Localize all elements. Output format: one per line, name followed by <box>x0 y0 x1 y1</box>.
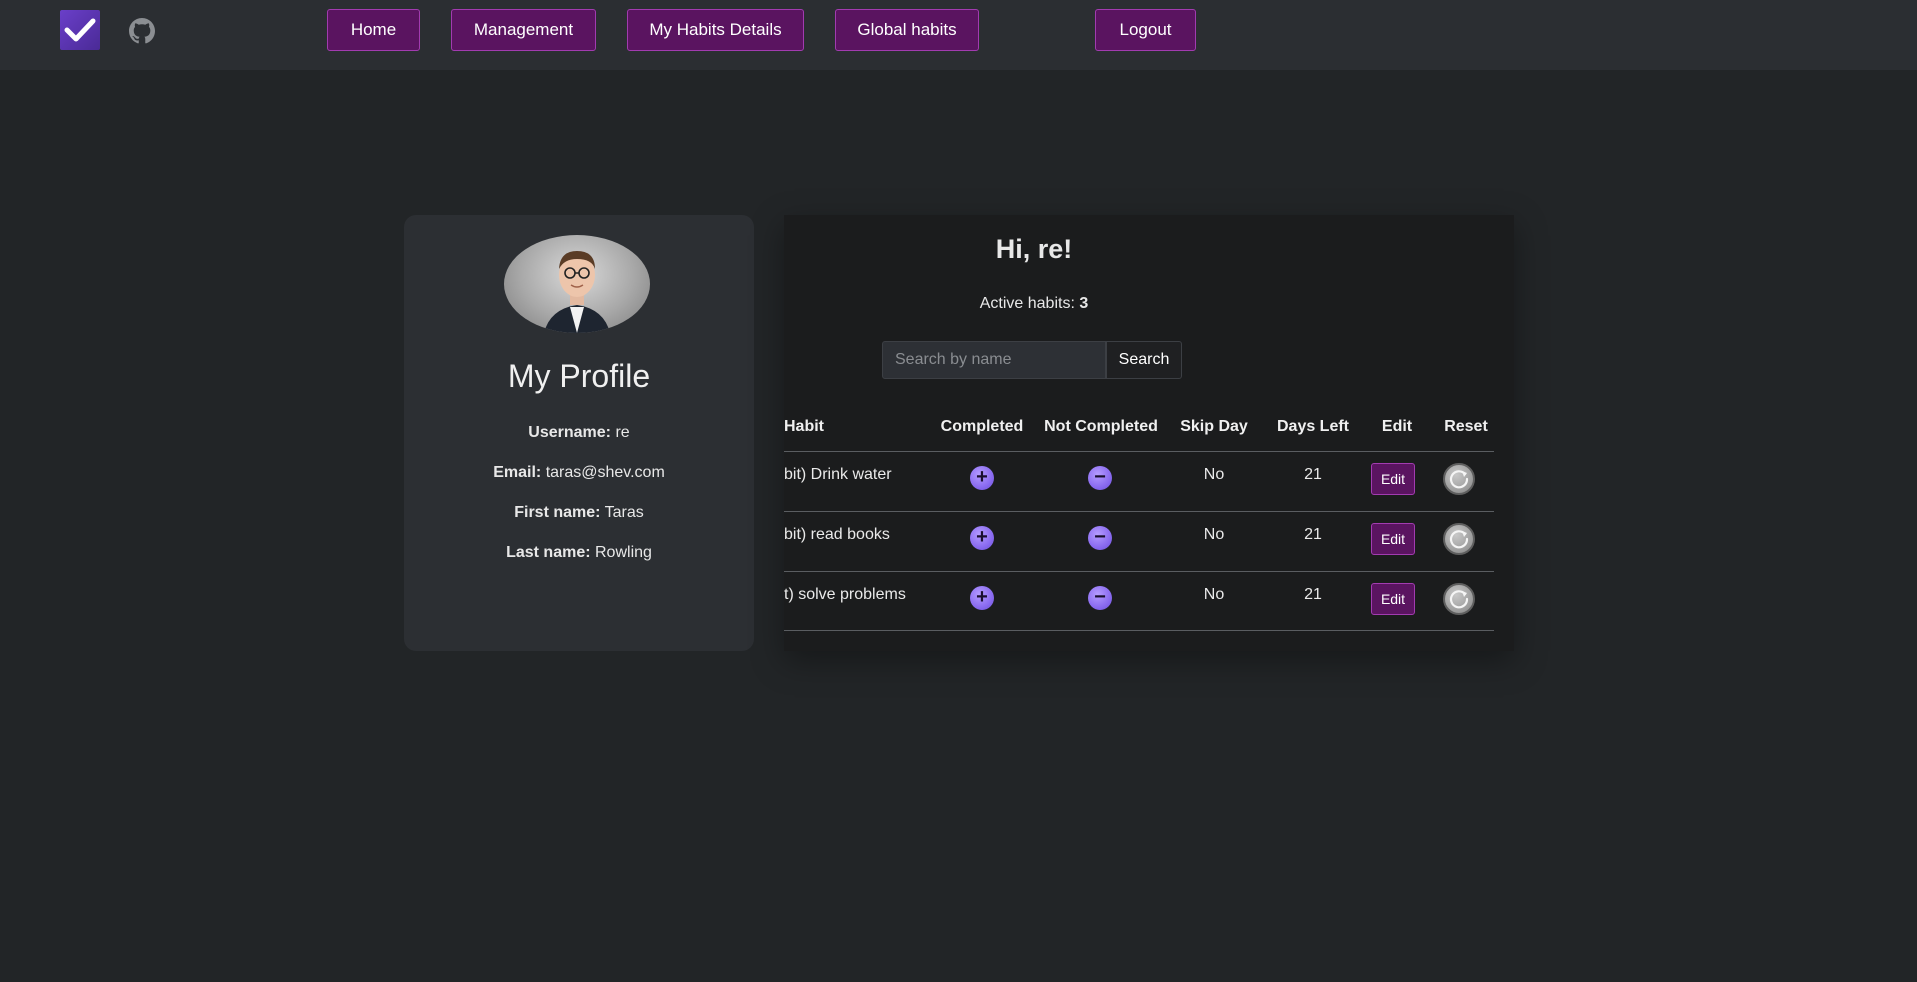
username-label: Username: <box>528 424 611 441</box>
username-row: Username: re <box>404 424 754 442</box>
edit-button[interactable]: Edit <box>1371 523 1415 555</box>
last-name-label: Last name: <box>506 544 591 561</box>
column-header-not-completed: Not Completed <box>1044 418 1158 435</box>
habit-name: bit) Drink water <box>784 466 892 483</box>
row-divider <box>784 511 1494 512</box>
username-value: re <box>615 424 630 441</box>
first-name-value: Taras <box>604 504 644 521</box>
profile-card: My Profile Username: re Email: taras@she… <box>404 215 754 651</box>
plus-icon[interactable]: + <box>970 466 994 490</box>
edit-button[interactable]: Edit <box>1371 583 1415 615</box>
checkmark-icon[interactable] <box>60 10 100 50</box>
minus-icon[interactable]: − <box>1088 526 1112 550</box>
nav-home-button[interactable]: Home <box>327 9 420 51</box>
minus-icon[interactable]: − <box>1088 586 1112 610</box>
habit-name: t) solve problems <box>784 586 906 603</box>
column-header-reset: Reset <box>1444 418 1488 435</box>
nav-my-habits-details-button[interactable]: My Habits Details <box>627 9 804 51</box>
first-name-label: First name: <box>514 504 601 521</box>
profile-title: My Profile <box>507 358 651 394</box>
days-left-value: 21 <box>1304 586 1322 603</box>
nav-management-button[interactable]: Management <box>451 9 596 51</box>
row-divider <box>784 571 1494 572</box>
habits-panel: Hi, re! Active habits: 3 Search Habit Co… <box>784 215 1514 651</box>
active-habits-label: Active habits: <box>979 295 1075 312</box>
days-left-value: 21 <box>1304 526 1322 543</box>
plus-icon[interactable]: + <box>970 586 994 610</box>
column-header-habit: Habit <box>784 418 824 435</box>
avatar <box>504 235 650 333</box>
reset-icon[interactable] <box>1443 463 1475 495</box>
navbar: Home Management My Habits Details Global… <box>0 0 1917 70</box>
skip-day-value: No <box>1203 526 1225 543</box>
search-button[interactable]: Search <box>1106 341 1182 379</box>
skip-day-value: No <box>1203 466 1225 483</box>
reset-icon[interactable] <box>1443 583 1475 615</box>
reset-icon[interactable] <box>1443 523 1475 555</box>
email-row: Email: taras@shev.com <box>404 464 754 482</box>
days-left-value: 21 <box>1304 466 1322 483</box>
github-icon[interactable] <box>129 18 155 44</box>
first-name-row: First name: Taras <box>404 504 754 522</box>
column-header-days-left: Days Left <box>1276 418 1350 435</box>
edit-button[interactable]: Edit <box>1371 463 1415 495</box>
active-habits-count: 3 <box>1079 295 1089 312</box>
active-habits: Active habits: 3 <box>784 295 1284 313</box>
column-header-completed: Completed <box>940 418 1024 435</box>
last-name-value: Rowling <box>595 544 652 561</box>
column-header-edit: Edit <box>1381 418 1413 435</box>
logout-button[interactable]: Logout <box>1095 9 1196 51</box>
search-input[interactable] <box>882 341 1106 379</box>
last-name-row: Last name: Rowling <box>404 544 754 562</box>
minus-icon[interactable]: − <box>1088 466 1112 490</box>
table-divider <box>784 451 1494 452</box>
column-header-skip-day: Skip Day <box>1180 418 1248 435</box>
plus-icon[interactable]: + <box>970 526 994 550</box>
skip-day-value: No <box>1203 586 1225 603</box>
nav-global-habits-button[interactable]: Global habits <box>835 9 979 51</box>
habit-name: bit) read books <box>784 526 890 543</box>
row-divider <box>784 630 1494 631</box>
email-label: Email: <box>493 464 542 481</box>
email-value: taras@shev.com <box>545 464 665 481</box>
greeting: Hi, re! <box>995 234 1073 264</box>
